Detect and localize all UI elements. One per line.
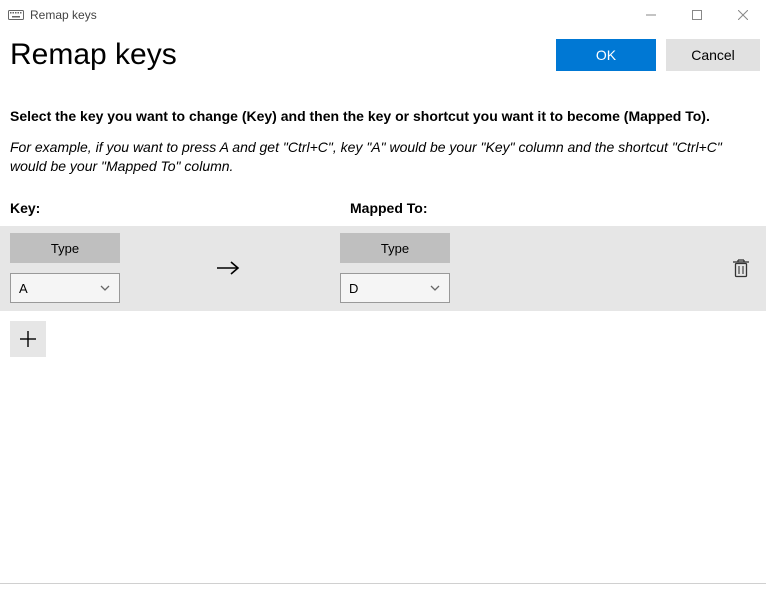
mapped-type-button[interactable]: Type xyxy=(340,233,450,263)
trash-icon xyxy=(732,258,750,278)
key-select[interactable]: A xyxy=(10,273,120,303)
window-controls xyxy=(628,0,766,30)
arrow-icon xyxy=(200,258,340,278)
description-example: For example, if you want to press A and … xyxy=(10,138,756,176)
close-button[interactable] xyxy=(720,0,766,30)
key-type-button[interactable]: Type xyxy=(10,233,120,263)
key-select-value: A xyxy=(19,281,28,296)
mapped-column: Type D xyxy=(340,233,716,303)
add-row-button[interactable] xyxy=(10,321,46,357)
mapped-select-value: D xyxy=(349,281,358,296)
footer-divider xyxy=(0,583,766,584)
minimize-button[interactable] xyxy=(628,0,674,30)
mapped-select[interactable]: D xyxy=(340,273,450,303)
window-title: Remap keys xyxy=(30,8,97,22)
mapping-row: Type A Type D xyxy=(0,226,766,311)
chevron-down-icon xyxy=(429,282,441,294)
key-label: Key: xyxy=(10,200,350,216)
page-title: Remap keys xyxy=(10,38,177,72)
description-heading: Select the key you want to change (Key) … xyxy=(10,108,756,124)
header-actions: OK Cancel xyxy=(556,39,760,71)
column-labels: Key: Mapped To: xyxy=(0,176,766,226)
key-column: Type A xyxy=(0,233,200,303)
titlebar: Remap keys xyxy=(0,0,766,30)
cancel-button[interactable]: Cancel xyxy=(666,39,760,71)
chevron-down-icon xyxy=(99,282,111,294)
plus-icon xyxy=(19,330,37,348)
delete-row[interactable] xyxy=(716,258,766,278)
ok-button[interactable]: OK xyxy=(556,39,656,71)
maximize-button[interactable] xyxy=(674,0,720,30)
header: Remap keys OK Cancel xyxy=(0,30,766,80)
description: Select the key you want to change (Key) … xyxy=(0,80,766,176)
keyboard-icon xyxy=(8,9,24,21)
mapped-label: Mapped To: xyxy=(350,200,756,216)
